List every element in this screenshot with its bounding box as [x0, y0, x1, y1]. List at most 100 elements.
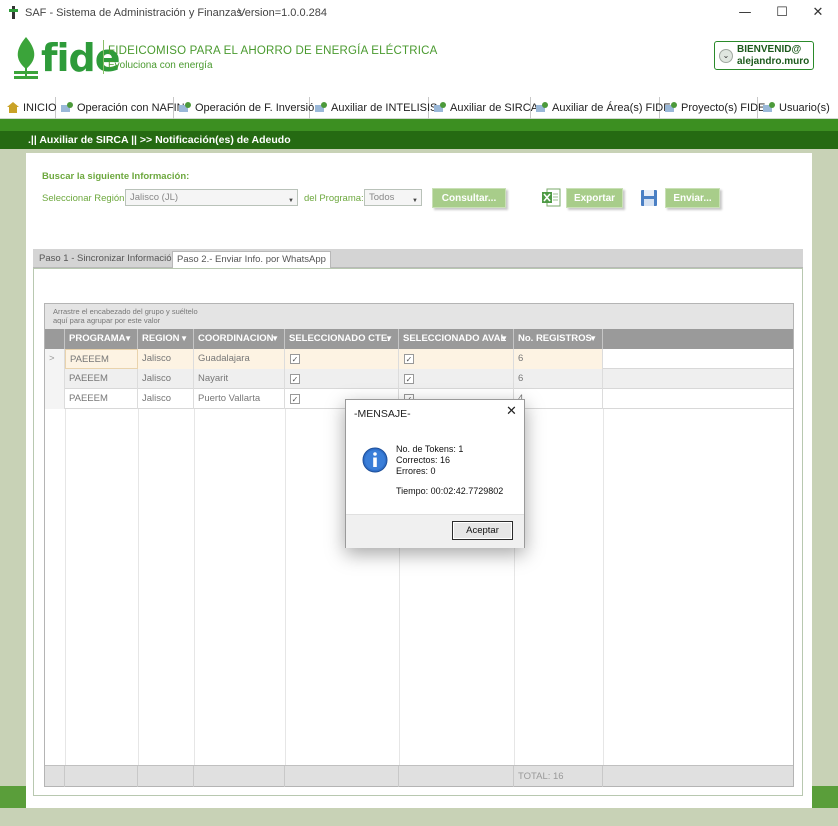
footer-cell — [45, 766, 65, 787]
app-header: fide FIDEICOMISO PARA EL AHORRO DE ENERG… — [0, 26, 838, 96]
region-label: Seleccionar Región: — [42, 193, 128, 204]
filter-icon[interactable]: ▼ — [500, 329, 508, 349]
filter-icon[interactable]: ▼ — [180, 329, 188, 349]
column-header-programa[interactable]: PROGRAMA ▼ — [65, 329, 138, 349]
menu-item-proyectos[interactable]: Proyecto(s) FIDE — [662, 97, 765, 119]
save-disk-icon[interactable] — [640, 189, 658, 207]
close-window-button[interactable]: ✕ — [803, 4, 833, 22]
fide-leaf-logo-icon — [14, 37, 38, 79]
column-divider — [194, 409, 195, 765]
consult-button[interactable]: Consultar... — [432, 188, 506, 208]
menu-item-areas[interactable]: Auxiliar de Área(s) FIDE — [533, 97, 671, 119]
dialog-time: Tiempo: 00:02:42.7729802 — [396, 486, 504, 496]
row-indicator — [45, 369, 65, 389]
column-divider — [285, 409, 286, 765]
cell-region[interactable]: Jalisco — [138, 389, 194, 409]
menu-item-intelisis[interactable]: Auxiliar de INTELISIS — [312, 97, 437, 119]
menu-item-label: Auxiliar de INTELISIS — [331, 102, 438, 114]
filter-icon[interactable]: ▼ — [589, 329, 597, 349]
breadcrumb: .|| Auxiliar de SIRCA || >> Notificación… — [28, 134, 291, 146]
tab-step-2[interactable]: Paso 2.- Enviar Info. por WhatsApp — [172, 251, 331, 269]
program-select[interactable]: Todos ▼ — [364, 189, 422, 206]
dialog-tokens: No. de Tokens: 1 — [396, 444, 464, 454]
checkbox-cte[interactable]: ✓ — [290, 374, 300, 384]
cell-region[interactable]: Jalisco — [138, 349, 194, 369]
tab-step-1[interactable]: Paso 1 - Sincronizar Información — [35, 251, 181, 268]
menu-item-nafin[interactable]: Operación con NAFIN — [58, 97, 185, 119]
cell-registros[interactable]: 6 — [514, 349, 603, 369]
grid-header: PROGRAMA ▼ REGION ▼ COORDINACION ▼ SELECCIO… — [45, 329, 793, 349]
cell-cte[interactable]: ✓ — [285, 349, 399, 369]
info-icon — [362, 447, 388, 473]
dialog-body: No. de Tokens: 1 Correctos: 16 Errores: … — [346, 426, 524, 514]
checkbox-cte[interactable]: ✓ — [290, 394, 300, 404]
cell-aval[interactable]: ✓ — [399, 369, 514, 389]
menu-item-label: Auxiliar de SIRCA — [450, 102, 539, 114]
column-header-region[interactable]: REGION ▼ — [138, 329, 194, 349]
cell-coordinacion[interactable]: Guadalajara — [194, 349, 285, 369]
menu-item-label: Operación de F. Inversión — [195, 102, 321, 114]
cell-registros[interactable]: 6 — [514, 369, 603, 389]
menu-item-usuarios[interactable]: Usuario(s) — [760, 97, 830, 119]
menu-item-inicio[interactable]: INICIO — [4, 97, 57, 119]
column-header-seleccionado-cte[interactable]: SELECCIONADO CTE. ▼ — [285, 329, 399, 349]
home-icon — [7, 102, 19, 113]
cell-programa[interactable]: PAEEEM — [65, 389, 138, 409]
column-header-registros[interactable]: No. REGISTROS ▼ — [514, 329, 603, 349]
checkbox-aval[interactable]: ✓ — [404, 374, 414, 384]
module-icon — [179, 102, 191, 112]
search-heading: Buscar la siguiente Información: — [42, 171, 190, 182]
header-indicator — [45, 329, 65, 349]
excel-icon[interactable] — [542, 188, 561, 207]
filter-icon[interactable]: ▼ — [271, 329, 279, 349]
menu-item-sirca[interactable]: Auxiliar de SIRCA — [431, 97, 538, 119]
send-button[interactable]: Enviar... — [665, 188, 720, 208]
user-menu[interactable]: ⌄ BIENVENID@ alejandro.muro — [714, 41, 814, 70]
menu-item-label: Operación con NAFIN — [77, 102, 185, 114]
accept-button[interactable]: Aceptar — [452, 521, 513, 540]
close-icon[interactable]: ✕ — [506, 404, 517, 419]
dialog-footer: Aceptar — [346, 514, 524, 548]
region-select[interactable]: Jalisco (JL) ▼ — [125, 189, 298, 206]
module-icon — [763, 102, 775, 112]
group-hint-1: Arrastre el encabezado del grupo y suélt… — [53, 307, 198, 316]
column-header-coordinacion[interactable]: COORDINACION ▼ — [194, 329, 285, 349]
cell-coordinacion[interactable]: Puerto Vallarta — [194, 389, 285, 409]
row-indicator — [45, 389, 65, 409]
maximize-button[interactable]: ☐ — [767, 4, 797, 22]
cell-programa[interactable]: PAEEEM — [65, 349, 138, 369]
dialog-errors: Errores: 0 — [396, 466, 436, 476]
cell-aval[interactable]: ✓ — [399, 349, 514, 369]
footer-strip — [0, 808, 838, 826]
chevron-down-icon: ▼ — [412, 198, 418, 204]
cell-region[interactable]: Jalisco — [138, 369, 194, 389]
table-row[interactable]: PAEEEM Jalisco Nayarit ✓ ✓ 6 — [45, 369, 793, 389]
row-indicator-icon: > — [45, 349, 65, 369]
cell-registros[interactable]: 4 — [514, 389, 603, 409]
footer-cell — [194, 766, 285, 787]
group-by-area[interactable]: Arrastre el encabezado del grupo y suélt… — [45, 304, 793, 329]
menu-item-label: INICIO — [23, 102, 57, 114]
chevron-down-icon[interactable]: ⌄ — [719, 49, 733, 63]
message-dialog: -MENSAJE- ✕ No. de Tokens: 1 Correctos: … — [345, 399, 525, 548]
footer-cell — [399, 766, 514, 787]
menu-item-inversion[interactable]: Operación de F. Inversión — [176, 97, 320, 119]
cell-programa[interactable]: PAEEEM — [65, 369, 138, 389]
breadcrumb-bar: .|| Auxiliar de SIRCA || >> Notificación… — [0, 131, 838, 149]
grid-footer: TOTAL: 16 — [45, 765, 793, 787]
menu-item-label: Auxiliar de Área(s) FIDE — [552, 102, 671, 114]
filter-icon[interactable]: ▼ — [385, 329, 393, 349]
cell-coordinacion[interactable]: Nayarit — [194, 369, 285, 389]
module-icon — [665, 102, 677, 112]
username-label: alejandro.muro — [737, 56, 810, 67]
checkbox-cte[interactable]: ✓ — [290, 354, 300, 364]
column-header-seleccionado-aval[interactable]: SELECCIONADO AVAL ▼ — [399, 329, 514, 349]
export-button[interactable]: Exportar — [566, 188, 623, 208]
column-divider — [65, 409, 66, 765]
filter-icon[interactable]: ▼ — [124, 329, 132, 349]
minimize-button[interactable]: — — [730, 4, 760, 22]
table-row[interactable]: > PAEEEM Jalisco Guadalajara ✓ ✓ 6 — [45, 349, 793, 369]
cell-cte[interactable]: ✓ — [285, 369, 399, 389]
checkbox-aval[interactable]: ✓ — [404, 354, 414, 364]
logo-tagline-2: Evoluciona con energía — [108, 60, 213, 71]
